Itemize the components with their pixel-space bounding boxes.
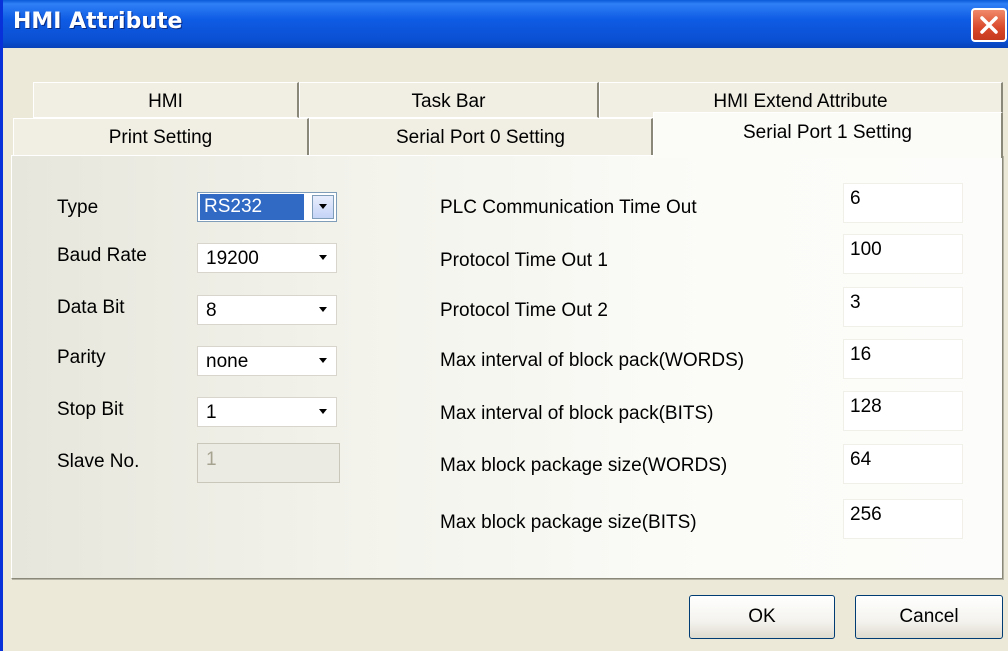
- type-value: RS232: [200, 194, 304, 220]
- max-interval-words-label: Max interval of block pack(WORDS): [440, 350, 745, 371]
- tab-label: HMI Extend Attribute: [713, 91, 888, 112]
- cancel-button[interactable]: Cancel: [855, 595, 1003, 639]
- chevron-down-icon[interactable]: [312, 298, 334, 322]
- ok-button[interactable]: OK: [689, 595, 835, 639]
- tab-label: Serial Port 1 Setting: [743, 122, 912, 143]
- parity-label: Parity: [57, 347, 106, 368]
- stop-bit-label: Stop Bit: [57, 399, 124, 420]
- max-interval-bits-value: 128: [850, 396, 882, 417]
- dialog-window: HMI Attribute HMI Task Bar HMI Extend At…: [0, 0, 1008, 651]
- type-label: Type: [57, 197, 99, 218]
- protocol-timeout-1-label: Protocol Time Out 1: [440, 250, 608, 271]
- data-bit-value: 8: [206, 300, 217, 321]
- max-interval-words-field[interactable]: 16: [843, 339, 963, 379]
- max-size-words-field[interactable]: 64: [843, 444, 963, 484]
- tab-label: Task Bar: [411, 91, 486, 112]
- tab-label: HMI: [148, 91, 183, 112]
- tab-hmi[interactable]: HMI: [33, 82, 299, 118]
- data-bit-label: Data Bit: [57, 297, 125, 318]
- title-bar[interactable]: HMI Attribute: [3, 0, 1008, 48]
- slave-no-label: Slave No.: [57, 451, 140, 472]
- tab-label: Print Setting: [108, 127, 213, 148]
- parity-value: none: [206, 351, 249, 372]
- baud-rate-label: Baud Rate: [57, 245, 147, 266]
- slave-no-field[interactable]: 1: [197, 443, 340, 483]
- type-select[interactable]: RS232: [197, 192, 337, 222]
- max-interval-bits-field[interactable]: 128: [843, 391, 963, 431]
- plc-timeout-field[interactable]: 6: [843, 183, 963, 223]
- protocol-timeout-1-field[interactable]: 100: [843, 234, 963, 274]
- max-size-bits-label: Max block package size(BITS): [440, 512, 697, 533]
- protocol-timeout-2-value: 3: [850, 292, 861, 313]
- tab-print-setting[interactable]: Print Setting: [13, 118, 309, 156]
- tab-serial-port-0-setting[interactable]: Serial Port 0 Setting: [309, 118, 653, 156]
- baud-rate-value: 19200: [206, 248, 259, 269]
- plc-timeout-label: PLC Communication Time Out: [440, 197, 697, 218]
- stop-bit-select[interactable]: 1: [197, 397, 337, 427]
- protocol-timeout-1-value: 100: [850, 239, 882, 260]
- protocol-timeout-2-field[interactable]: 3: [843, 287, 963, 327]
- tab-label: Serial Port 0 Setting: [396, 127, 565, 148]
- protocol-timeout-2-label: Protocol Time Out 2: [440, 300, 608, 321]
- max-size-bits-value: 256: [850, 504, 882, 525]
- chevron-down-icon[interactable]: [312, 195, 334, 219]
- close-button[interactable]: [971, 8, 1007, 42]
- max-interval-words-value: 16: [850, 344, 872, 365]
- stop-bit-value: 1: [206, 402, 217, 423]
- tab-serial-port-1-setting[interactable]: Serial Port 1 Setting: [653, 112, 1003, 158]
- chevron-down-icon[interactable]: [312, 246, 334, 270]
- chevron-down-icon[interactable]: [312, 400, 334, 424]
- tab-task-bar[interactable]: Task Bar: [299, 82, 599, 118]
- max-interval-bits-label: Max interval of block pack(BITS): [440, 403, 714, 424]
- max-size-words-value: 64: [850, 449, 872, 470]
- chevron-down-icon[interactable]: [312, 349, 334, 373]
- parity-select[interactable]: none: [197, 346, 337, 376]
- slave-no-value: 1: [206, 449, 217, 470]
- data-bit-select[interactable]: 8: [197, 295, 337, 325]
- max-size-bits-field[interactable]: 256: [843, 499, 963, 539]
- max-size-words-label: Max block package size(WORDS): [440, 455, 728, 476]
- plc-timeout-value: 6: [850, 188, 861, 209]
- close-icon: [980, 16, 998, 34]
- baud-rate-select[interactable]: 19200: [197, 243, 337, 273]
- window-title: HMI Attribute: [13, 9, 183, 34]
